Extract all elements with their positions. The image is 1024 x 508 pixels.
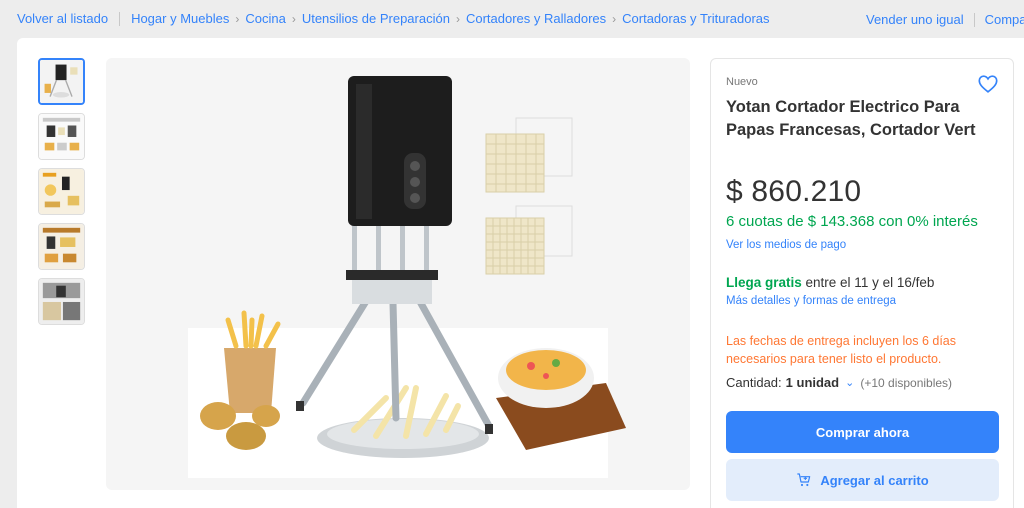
divider (973, 12, 975, 27)
buy-now-button[interactable]: Comprar ahora (726, 411, 999, 453)
breadcrumb: Volver al listado Hogar y Muebles › Coci… (17, 11, 770, 26)
gallery-thumbnail[interactable] (38, 113, 85, 160)
delivery-notice: Las fechas de entrega incluyen los 6 día… (726, 334, 957, 366)
quantity-selector[interactable]: Cantidad: 1 unidad ⌄ (+10 disponibles) (726, 375, 952, 390)
gallery-thumbnail[interactable] (38, 223, 85, 270)
share-link[interactable]: Compartir (985, 12, 1024, 27)
back-to-listing-link[interactable]: Volver al listado (17, 11, 108, 26)
breadcrumb-item-cortadores[interactable]: Cortadores y Ralladores (466, 11, 606, 26)
sell-similar-link[interactable]: Vender uno igual (866, 12, 964, 27)
heart-icon[interactable] (977, 73, 999, 95)
header-links: Vender uno igual Compartir (866, 12, 1024, 27)
breadcrumb-item-cocina[interactable]: Cocina (245, 11, 285, 26)
buy-box: Nuevo Yotan Cortador Electrico Para Papa… (710, 58, 1014, 508)
installments-info: 6 cuotas de $ 143.368 con 0% interés (726, 213, 978, 230)
free-shipping-label: Llega gratis (726, 275, 802, 290)
buy-now-label: Comprar ahora (815, 424, 910, 440)
add-to-cart-button[interactable]: Agregar al carrito (726, 459, 999, 501)
chevron-right-icon: › (455, 11, 460, 26)
chevron-right-icon: › (291, 11, 296, 26)
delivery-details-link[interactable]: Más detalles y formas de entrega (726, 295, 896, 307)
breadcrumb-item-utensilios[interactable]: Utensilios de Preparación (302, 11, 450, 26)
chevron-right-icon: › (235, 11, 240, 26)
shipping-info: Llega gratis entre el 11 y el 16/feb (726, 275, 934, 290)
chevron-right-icon: › (612, 11, 617, 26)
breadcrumb-item-hogar[interactable]: Hogar y Muebles (131, 11, 229, 26)
gallery-thumbnail[interactable] (38, 58, 85, 105)
product-title: Yotan Cortador Electrico Para Papas Fran… (726, 98, 976, 139)
condition-label: Nuevo (726, 76, 758, 88)
gallery-thumbnail[interactable] (38, 278, 85, 325)
payment-methods-link[interactable]: Ver los medios de pago (726, 239, 846, 251)
quantity-value[interactable]: 1 unidad (786, 375, 839, 390)
main-product-image[interactable] (106, 58, 690, 490)
chevron-down-icon[interactable]: ⌄ (845, 376, 854, 389)
top-bar: Volver al listado Hogar y Muebles › Coci… (0, 0, 1024, 38)
divider (119, 11, 121, 26)
product-card: Nuevo Yotan Cortador Electrico Para Papa… (17, 38, 1024, 508)
shipping-dates: entre el 11 y el 16/feb (801, 275, 935, 290)
breadcrumb-item-cortadoras[interactable]: Cortadoras y Trituradoras (622, 11, 769, 26)
cart-icon (797, 473, 811, 487)
gallery-thumbnail[interactable] (38, 168, 85, 215)
product-photo (188, 76, 626, 478)
add-to-cart-label: Agregar al carrito (820, 472, 929, 488)
product-price: $ 860.210 (726, 175, 862, 208)
quantity-label: Cantidad: (726, 375, 782, 390)
available-stock: (+10 disponibles) (860, 375, 953, 390)
